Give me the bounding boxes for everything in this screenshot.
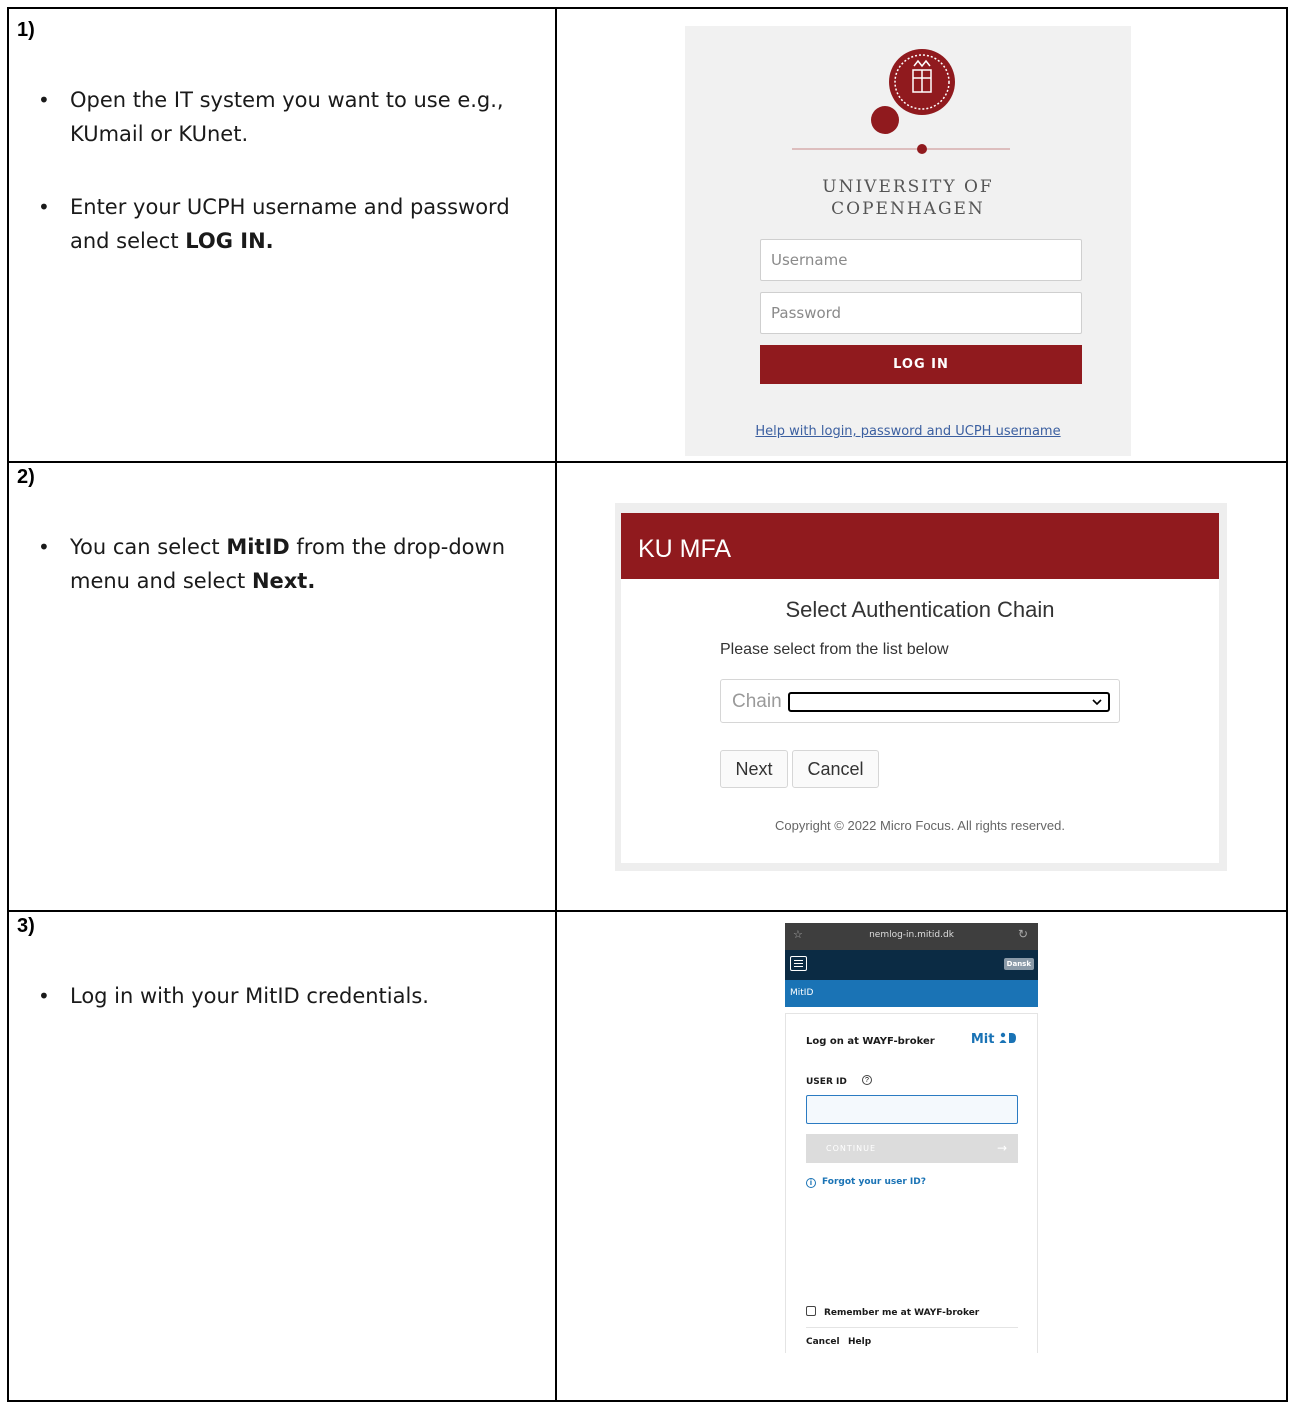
help-icon[interactable]: ? (862, 1075, 872, 1085)
ucph-login-screenshot: UNIVERSITY OF COPENHAGEN LOG IN Help wit… (685, 26, 1131, 456)
user-id-input[interactable] (806, 1095, 1018, 1124)
university-logo-icon (792, 49, 1010, 154)
mitid-bar: MitID (785, 980, 1038, 1007)
next-button[interactable]: Next (720, 750, 788, 788)
chevron-down-icon (1092, 699, 1102, 706)
row-divider (7, 910, 1288, 912)
menu-icon[interactable] (790, 956, 807, 971)
url-text[interactable]: nemlog-in.mitid.dk (785, 930, 1038, 940)
mitid-form: Log on at WAYF-broker Mit USER ID ? CONT… (785, 1013, 1038, 1353)
continue-button[interactable]: CONTINUE → (806, 1134, 1018, 1163)
forgot-user-id-link[interactable]: i Forgot your user ID? (806, 1177, 926, 1188)
mfa-header: KU MFA (621, 513, 1219, 579)
reload-icon[interactable]: ↻ (1018, 927, 1028, 941)
step-text: Log in with your MitID credentials. (70, 984, 429, 1008)
bullet-icon: • (38, 88, 50, 112)
user-id-label: USER ID (806, 1077, 847, 1087)
step-text: Enter your UCPH username and password an… (70, 195, 510, 253)
step-number: 3) (17, 915, 35, 937)
step-number: 2) (17, 466, 35, 488)
step-bullet: • You can select MitID from the drop-dow… (38, 530, 538, 598)
mitid-screenshot: ☆ nemlog-in.mitid.dk ↻ Dansk MitID Log o… (785, 923, 1038, 1353)
bullet-icon: • (38, 195, 50, 219)
bullet-icon: • (38, 535, 50, 559)
chain-label: Chain (732, 691, 782, 712)
step-bullet: • Log in with your MitID credentials. (38, 979, 538, 1013)
browser-url-bar: ☆ nemlog-in.mitid.dk ↻ (785, 923, 1038, 950)
divider (806, 1327, 1018, 1328)
step-text: You can select MitID from the drop-down … (70, 535, 506, 593)
login-button[interactable]: LOG IN (760, 345, 1082, 384)
mfa-header-title: KU MFA (638, 535, 732, 563)
mfa-title: Select Authentication Chain (785, 597, 1055, 622)
step-bullet: • Open the IT system you want to use e.g… (38, 83, 538, 151)
mitid-logo: Mit (971, 1032, 1017, 1047)
step-number: 1) (17, 19, 35, 41)
mitid-bar-label: MitID (790, 988, 814, 998)
copyright: Copyright © 2022 Micro Focus. All rights… (775, 818, 1065, 833)
mitid-nav: Dansk (785, 950, 1038, 980)
language-button[interactable]: Dansk (1003, 958, 1034, 970)
chain-field: Chain (720, 679, 1120, 723)
university-name: UNIVERSITY OF COPENHAGEN (822, 177, 994, 219)
mfa-subtitle: Please select from the list below (720, 641, 949, 658)
remember-checkbox[interactable] (806, 1306, 816, 1316)
help-link[interactable]: Help (848, 1337, 871, 1347)
mfa-card: KU MFA Select Authentication Chain Pleas… (621, 513, 1219, 863)
ku-mfa-screenshot: KU MFA Select Authentication Chain Pleas… (615, 503, 1227, 871)
help-link[interactable]: Help with login, password and UCPH usern… (685, 424, 1131, 439)
info-icon: i (806, 1178, 816, 1188)
bullet-icon: • (38, 984, 50, 1008)
row-divider (7, 461, 1288, 463)
arrow-right-icon: → (996, 1141, 1008, 1155)
cancel-button[interactable]: Cancel (792, 750, 879, 788)
step-bullet: • Enter your UCPH username and password … (38, 190, 538, 258)
cancel-link[interactable]: Cancel (806, 1337, 840, 1347)
column-divider (555, 7, 557, 1402)
mitid-logo-icon (999, 1032, 1016, 1043)
username-input[interactable] (760, 239, 1082, 281)
password-input[interactable] (760, 292, 1082, 334)
step-text: Open the IT system you want to use e.g.,… (70, 88, 504, 146)
form-title: Log on at WAYF-broker (806, 1036, 935, 1047)
remember-me[interactable]: Remember me at WAYF-broker (806, 1306, 979, 1318)
chain-select[interactable] (788, 692, 1110, 712)
